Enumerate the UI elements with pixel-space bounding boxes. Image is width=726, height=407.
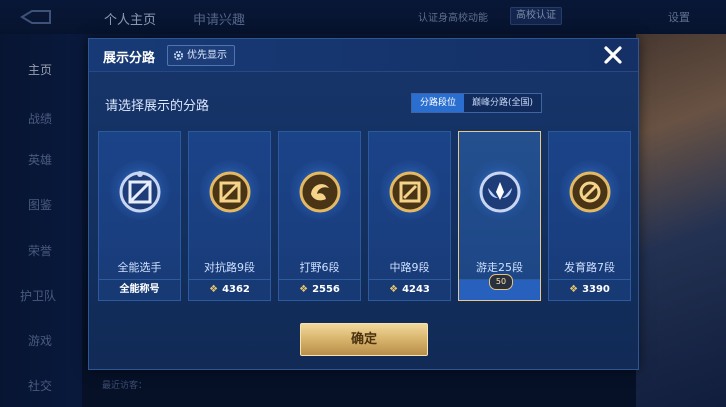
card-footer: 全能称号 bbox=[99, 279, 180, 300]
dialog-title: 展示分路 bbox=[103, 51, 156, 66]
display-lane-dialog: 展示分路 优先显示 请选择展示的分路 分路段位 巅峰分路(全国) 全能选手 全能… bbox=[88, 38, 639, 370]
segment-lane-rank[interactable]: 分路段位 bbox=[412, 94, 465, 112]
card-footer: ❖ 4362 bbox=[189, 279, 270, 300]
card-score: 2556 bbox=[312, 284, 340, 295]
priority-display-label: 优先显示 bbox=[187, 50, 227, 61]
rank-level-badge: 50 bbox=[489, 274, 513, 290]
score-diamond-icon: ❖ bbox=[299, 284, 309, 295]
lane-card-mid[interactable]: 中路9段 ❖ 4243 bbox=[368, 131, 451, 301]
card-name: 发育路7段 bbox=[564, 261, 615, 274]
card-footer-text: 全能称号 bbox=[119, 284, 160, 295]
dialog-header: 展示分路 优先显示 bbox=[89, 39, 638, 72]
all-round-emblem-icon bbox=[119, 171, 161, 213]
card-score: 4243 bbox=[402, 284, 430, 295]
clash-lane-emblem-icon bbox=[209, 171, 251, 213]
card-name: 打野6段 bbox=[299, 261, 340, 274]
confirm-button[interactable]: 确定 bbox=[300, 323, 428, 356]
roam-emblem-icon bbox=[479, 171, 521, 213]
priority-display-button[interactable]: 优先显示 bbox=[167, 45, 235, 66]
score-diamond-icon: ❖ bbox=[209, 284, 219, 295]
card-score: 4362 bbox=[222, 284, 250, 295]
card-name: 全能选手 bbox=[117, 261, 162, 274]
segment-peak-lane[interactable]: 巅峰分路(全国) bbox=[464, 94, 541, 112]
card-name: 对抗路9段 bbox=[204, 261, 255, 274]
lane-card-jungle[interactable]: 打野6段 ❖ 2556 bbox=[278, 131, 361, 301]
score-diamond-icon: ❖ bbox=[389, 284, 399, 295]
gear-icon bbox=[173, 50, 184, 61]
dialog-subtitle: 请选择展示的分路 bbox=[105, 99, 210, 114]
card-footer: ❖ 2556 bbox=[279, 279, 360, 300]
card-score: 3390 bbox=[582, 284, 610, 295]
lane-card-farm[interactable]: 发育路7段 ❖ 3390 bbox=[548, 131, 631, 301]
card-footer: ❖ 4243 bbox=[369, 279, 450, 300]
lane-card-clash[interactable]: 对抗路9段 ❖ 4362 bbox=[188, 131, 271, 301]
card-name: 游走25段 bbox=[476, 261, 523, 274]
lane-card-all-round[interactable]: 全能选手 全能称号 bbox=[98, 131, 181, 301]
lane-card-list: 全能选手 全能称号 对抗路9段 ❖ 4362 打野6段 ❖ 2556 中路9段 … bbox=[98, 131, 632, 301]
card-name: 中路9段 bbox=[389, 261, 430, 274]
lane-card-roam[interactable]: 游走25段 50 bbox=[458, 131, 541, 301]
card-footer: ❖ 3390 bbox=[549, 279, 630, 300]
farm-lane-emblem-icon bbox=[569, 171, 611, 213]
jungle-emblem-icon bbox=[299, 171, 341, 213]
score-diamond-icon: ❖ bbox=[569, 284, 579, 295]
lane-segment-control: 分路段位 巅峰分路(全国) bbox=[411, 93, 543, 113]
mid-lane-emblem-icon bbox=[389, 171, 431, 213]
close-icon[interactable] bbox=[600, 42, 626, 68]
